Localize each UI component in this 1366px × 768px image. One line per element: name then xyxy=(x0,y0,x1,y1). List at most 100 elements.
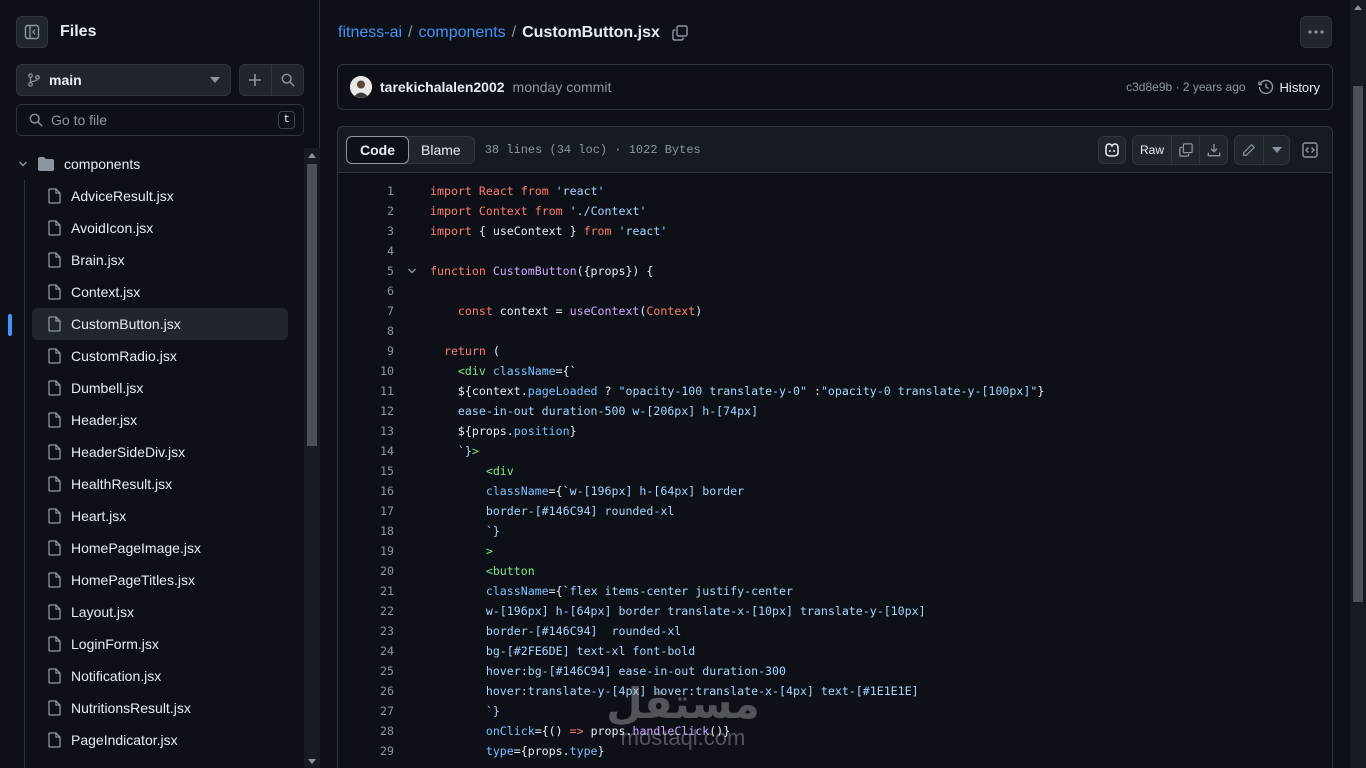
tree-file-item[interactable]: Context.jsx xyxy=(0,276,288,308)
line-number[interactable]: 27 xyxy=(338,704,394,718)
line-number[interactable]: 18 xyxy=(338,524,394,538)
tree-file-item[interactable]: CustomButton.jsx xyxy=(8,308,288,340)
line-number[interactable]: 23 xyxy=(338,624,394,638)
sidebar-scroll-thumb[interactable] xyxy=(307,164,317,446)
tree-file-item[interactable]: HomePageImage.jsx xyxy=(0,532,288,564)
line-number[interactable]: 24 xyxy=(338,644,394,658)
line-number[interactable]: 25 xyxy=(338,664,394,678)
line-number[interactable]: 4 xyxy=(338,244,394,258)
scroll-down-arrow[interactable] xyxy=(308,759,316,764)
line-number[interactable]: 15 xyxy=(338,464,394,478)
edit-file-button[interactable] xyxy=(1235,135,1263,164)
tree-file-item[interactable]: Heart.jsx xyxy=(0,500,288,532)
code-line: 25 hover:bg-[#146C94] ease-in-out durati… xyxy=(338,661,1332,681)
file-icon xyxy=(48,700,61,716)
tree-file-item[interactable]: NutritionsResult.jsx xyxy=(0,692,288,724)
line-number[interactable]: 9 xyxy=(338,344,394,358)
fold-toggle[interactable] xyxy=(394,266,430,276)
line-number[interactable]: 29 xyxy=(338,744,394,758)
file-name: AdviceResult.jsx xyxy=(71,188,174,204)
file-header: Code Blame 38 lines (34 loc) · 1022 Byte… xyxy=(338,127,1332,173)
raw-button[interactable]: Raw xyxy=(1133,135,1171,164)
tree-file-item[interactable]: HeaderSideDiv.jsx xyxy=(0,436,288,468)
avatar[interactable] xyxy=(350,76,372,98)
symbols-panel-button[interactable] xyxy=(1296,136,1324,164)
copy-raw-button[interactable] xyxy=(1171,135,1199,164)
page-scrollbar[interactable] xyxy=(1350,0,1366,768)
tree-file-item[interactable]: Header.jsx xyxy=(0,404,288,436)
line-number[interactable]: 28 xyxy=(338,724,394,738)
download-icon xyxy=(1207,143,1220,156)
breadcrumb-repo-link[interactable]: fitness-ai xyxy=(338,24,402,42)
tree-file-item[interactable]: AvoidIcon.jsx xyxy=(0,212,288,244)
chevron-down-icon xyxy=(19,161,27,167)
go-to-file-input[interactable]: Go to file t xyxy=(16,104,304,136)
line-number[interactable]: 1 xyxy=(338,184,394,198)
commit-meta[interactable]: c3d8e9b · 2 years ago xyxy=(1126,80,1245,94)
scroll-up-arrow[interactable] xyxy=(1354,5,1362,10)
tree-file-item[interactable]: Notification.jsx xyxy=(0,660,288,692)
file-icon xyxy=(48,412,61,428)
line-number[interactable]: 13 xyxy=(338,424,394,438)
file-name: Layout.jsx xyxy=(71,604,135,620)
tree-file-item[interactable]: HealthResult.jsx xyxy=(0,468,288,500)
tree-file-item[interactable]: LoginForm.jsx xyxy=(0,628,288,660)
tab-code[interactable]: Code xyxy=(346,135,409,164)
add-file-button[interactable] xyxy=(239,65,272,95)
file-icon xyxy=(48,252,61,268)
tree-file-item[interactable]: Dumbell.jsx xyxy=(0,372,288,404)
code-line: 3 import { useContext } from 'react' xyxy=(338,221,1332,241)
file-view: fitness-ai / components / CustomButton.j… xyxy=(321,0,1350,768)
file-name: NutritionsResult.jsx xyxy=(71,700,191,716)
branch-selector[interactable]: main xyxy=(16,64,231,96)
line-number[interactable]: 21 xyxy=(338,584,394,598)
tree-file-item[interactable]: Layout.jsx xyxy=(0,596,288,628)
file-name: HealthResult.jsx xyxy=(71,476,173,492)
commit-message-link[interactable]: monday commit xyxy=(513,79,612,95)
tab-blame[interactable]: Blame xyxy=(408,137,474,163)
code-line: 28 onClick={() => props.handleClick()} xyxy=(338,721,1332,741)
line-number[interactable]: 12 xyxy=(338,404,394,418)
copilot-button[interactable] xyxy=(1098,135,1126,164)
sidebar-header: Files xyxy=(16,16,96,48)
more-options-button[interactable] xyxy=(1300,16,1332,48)
tree-folder-components[interactable]: components xyxy=(0,148,304,180)
edit-dropdown-button[interactable] xyxy=(1263,135,1289,164)
scroll-up-arrow[interactable] xyxy=(308,153,316,158)
line-number[interactable]: 7 xyxy=(338,304,394,318)
line-number[interactable]: 22 xyxy=(338,604,394,618)
line-number[interactable]: 5 xyxy=(338,264,394,278)
line-number[interactable]: 8 xyxy=(338,324,394,338)
tree-file-item[interactable]: AdviceResult.jsx xyxy=(0,180,288,212)
line-number[interactable]: 17 xyxy=(338,504,394,518)
line-number[interactable]: 14 xyxy=(338,444,394,458)
file-info: 38 lines (34 loc) · 1022 Bytes xyxy=(484,142,701,157)
line-number[interactable]: 26 xyxy=(338,684,394,698)
download-button[interactable] xyxy=(1199,135,1227,164)
folder-label: components xyxy=(64,156,141,172)
code-line: 23 border-[#146C94] rounded-xl xyxy=(338,621,1332,641)
breadcrumb-folder-link[interactable]: components xyxy=(418,24,505,42)
search-files-button[interactable] xyxy=(271,65,303,95)
line-number[interactable]: 20 xyxy=(338,564,394,578)
breadcrumb-separator: / xyxy=(511,24,517,41)
sidebar-scrollbar[interactable] xyxy=(304,148,320,768)
line-number[interactable]: 11 xyxy=(338,384,394,398)
code-view[interactable]: 1 import React from 'react' 2 import Conte… xyxy=(338,173,1332,761)
history-button[interactable]: History xyxy=(1257,79,1320,95)
line-number[interactable]: 3 xyxy=(338,224,394,238)
tree-file-item[interactable]: PageIndicator.jsx xyxy=(0,724,288,756)
line-number[interactable]: 10 xyxy=(338,364,394,378)
tree-file-item[interactable]: HomePageTitles.jsx xyxy=(0,564,288,596)
tree-file-item[interactable]: Brain.jsx xyxy=(0,244,288,276)
commit-author-link[interactable]: tarekichalalen2002 xyxy=(380,79,505,95)
line-number[interactable]: 6 xyxy=(338,284,394,298)
sidebar-toggle-button[interactable] xyxy=(16,16,48,48)
line-number[interactable]: 19 xyxy=(338,544,394,558)
copy-path-button[interactable] xyxy=(672,25,688,41)
page-scroll-thumb[interactable] xyxy=(1353,86,1363,602)
line-number[interactable]: 2 xyxy=(338,204,394,218)
edit-group xyxy=(1234,134,1290,165)
line-number[interactable]: 16 xyxy=(338,484,394,498)
tree-file-item[interactable]: CustomRadio.jsx xyxy=(0,340,288,372)
